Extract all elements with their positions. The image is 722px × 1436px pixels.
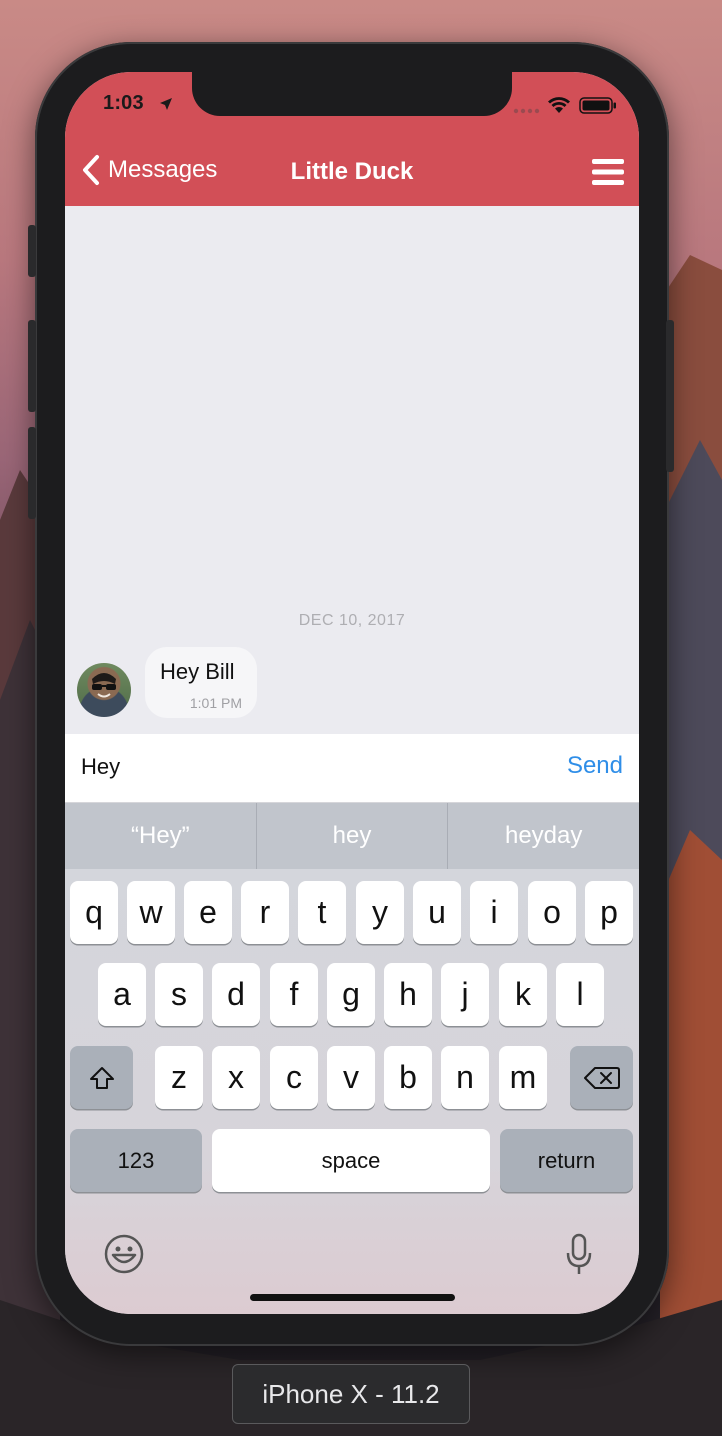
- key-s[interactable]: s: [155, 963, 203, 1026]
- key-e[interactable]: e: [184, 881, 232, 944]
- location-arrow-icon: [160, 98, 172, 110]
- key-c[interactable]: c: [270, 1046, 318, 1109]
- message-text: Hey Bill: [160, 659, 235, 684]
- volume-up-button: [28, 320, 36, 412]
- key-y[interactable]: y: [356, 881, 404, 944]
- shift-icon: [89, 1066, 114, 1089]
- volume-down-button: [28, 427, 36, 519]
- numbers-key[interactable]: 123: [70, 1129, 202, 1192]
- backspace-icon: [583, 1066, 620, 1089]
- key-u[interactable]: u: [413, 881, 461, 944]
- send-button[interactable]: Send: [567, 752, 623, 780]
- key-v[interactable]: v: [327, 1046, 375, 1109]
- key-f[interactable]: f: [270, 963, 318, 1026]
- key-h[interactable]: h: [384, 963, 432, 1026]
- simulator-device-label: iPhone X - 11.2: [232, 1364, 470, 1424]
- key-k[interactable]: k: [499, 963, 547, 1026]
- key-i[interactable]: i: [470, 881, 518, 944]
- prediction-2[interactable]: hey: [257, 803, 448, 869]
- date-separator: DEC 10, 2017: [298, 612, 406, 629]
- status-time: 1:03: [103, 92, 144, 114]
- backspace-key[interactable]: [570, 1046, 633, 1109]
- message-time: 1:01 PM: [189, 695, 242, 711]
- prediction-3[interactable]: heyday: [448, 803, 639, 869]
- key-b[interactable]: b: [384, 1046, 432, 1109]
- key-q[interactable]: q: [70, 881, 118, 944]
- key-d[interactable]: d: [212, 963, 260, 1026]
- key-p[interactable]: p: [585, 881, 633, 944]
- phone-screen: 1:03 Messages Little Duck DEC 10, 2017 H…: [65, 72, 639, 1314]
- message-bubble[interactable]: Hey Bill 1:01 PM: [145, 647, 257, 718]
- key-t[interactable]: t: [298, 881, 346, 944]
- signal-dots-icon: [513, 108, 540, 114]
- page-title: Little Duck: [290, 158, 414, 185]
- key-j[interactable]: j: [441, 963, 489, 1026]
- menu-icon[interactable]: [591, 158, 625, 186]
- key-w[interactable]: w: [127, 881, 175, 944]
- key-a[interactable]: a: [98, 963, 146, 1026]
- key-g[interactable]: g: [327, 963, 375, 1026]
- prediction-1[interactable]: “Hey”: [65, 803, 256, 869]
- shift-key[interactable]: [70, 1046, 133, 1109]
- key-l[interactable]: l: [556, 963, 604, 1026]
- device-notch: [192, 72, 512, 116]
- avatar-sunglasses: [92, 673, 116, 698]
- key-r[interactable]: r: [241, 881, 289, 944]
- avatar[interactable]: [77, 663, 131, 717]
- key-o[interactable]: o: [528, 881, 576, 944]
- home-indicator[interactable]: [250, 1294, 455, 1301]
- silent-switch: [28, 225, 36, 277]
- key-x[interactable]: x: [212, 1046, 260, 1109]
- composer-bar: Hey Send: [65, 734, 639, 803]
- emoji-icon[interactable]: [103, 1233, 145, 1275]
- battery-icon: [579, 97, 616, 114]
- key-z[interactable]: z: [155, 1046, 203, 1109]
- return-key[interactable]: return: [500, 1129, 633, 1192]
- power-button: [666, 320, 674, 472]
- keyboard: “Hey” hey heyday q w e r t y u i o p a s…: [65, 803, 639, 1314]
- space-key[interactable]: space: [212, 1129, 490, 1192]
- key-n[interactable]: n: [441, 1046, 489, 1109]
- message-input[interactable]: Hey: [81, 754, 120, 780]
- microphone-icon[interactable]: [565, 1233, 593, 1277]
- predictive-bar: “Hey” hey heyday: [65, 803, 639, 869]
- key-m[interactable]: m: [499, 1046, 547, 1109]
- wifi-icon: [548, 97, 570, 113]
